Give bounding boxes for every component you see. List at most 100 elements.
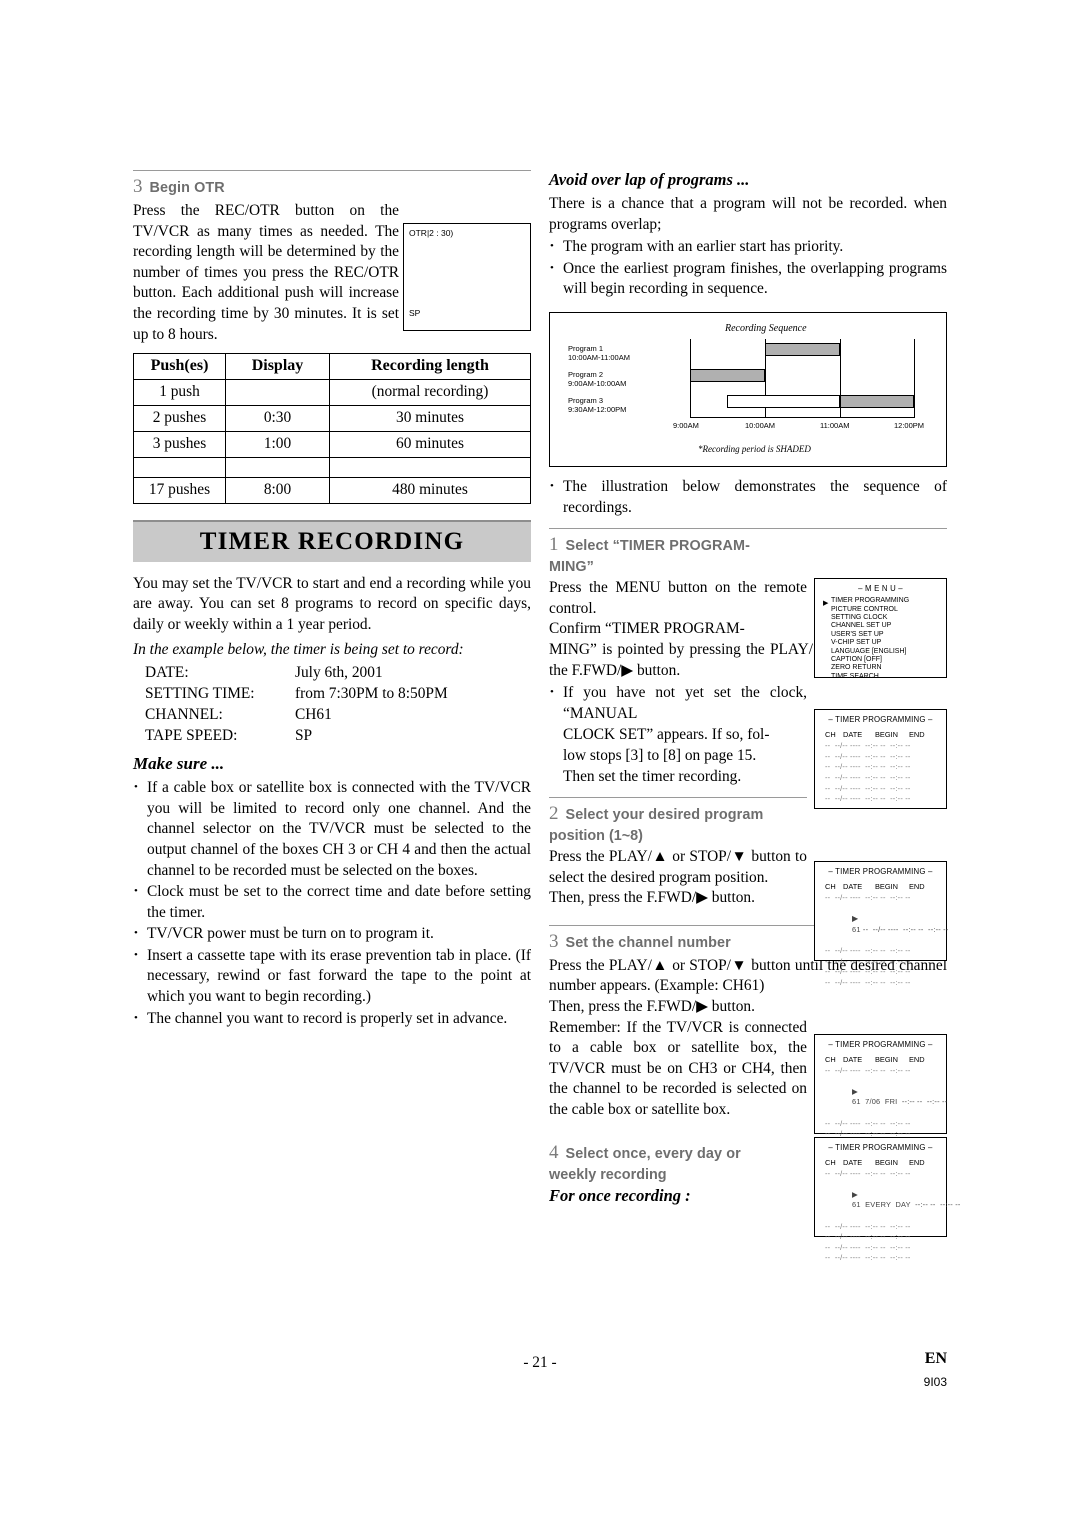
right-step-2-body: Press the PLAY/▲ or STOP/▼ button to sel… [549,848,807,886]
document-code: 9I03 [923,1375,947,1389]
list-item: If a cable box or satellite box is conne… [133,777,531,881]
osd-column-headers: CH DATE BEGIN END [815,724,946,739]
osd-rows: -- --/-- ---- --:-- -- --:-- -- ▶ 61 EVE… [815,1167,960,1264]
list-item: Clock must be set to the correct time an… [133,881,531,923]
list-item: Once the earliest program finishes, the … [549,258,947,300]
right-step-3-body-3: Remember: If the TV/VCR is connected to … [549,1018,807,1119]
bar-program-1 [765,342,840,356]
cell-pushes [133,456,226,478]
example-key: SETTING TIME: [145,685,255,703]
right-step-3-body-2: Then, press the F.FWD/▶ button. [549,998,755,1016]
header-begin: BEGIN [875,1054,898,1064]
cell-pushes: 3 pushes [133,430,226,458]
recording-sequence-diagram: Recording Sequence Program 1 10:00AM-11:… [549,311,947,467]
step-title-continued: position (1~8) [549,828,643,845]
osd-column-headers: CH DATE BEGIN END [815,1152,946,1167]
table-row: 2 pushes 0:30 30 minutes [133,404,531,432]
make-sure-list: If a cable box or satellite box is conne… [133,777,531,1030]
right-column: Avoid over lap of programs ... There is … [549,170,960,1262]
timer-recording-intro: You may set the TV/VCR to start and end … [133,574,531,633]
step-title: Select “TIMER PROGRAM- [565,538,750,555]
osd-row: -- --/-- ---- --:-- -- --:-- -- [825,762,911,772]
cell-display [225,378,330,406]
osd-row: -- --/-- ---- --:-- -- --:-- -- [825,794,911,804]
axis-tick: 9:00AM [673,420,699,430]
osd-row: -- --/-- ---- --:-- -- --:-- -- [825,946,911,956]
bar-program-3-recorded [840,394,914,408]
manual-page: 3 Begin OTR OTR|2 : 30) SP Press the REC… [0,0,1080,1528]
step-title: Begin OTR [149,180,225,196]
osd-row-selected: ▶ 61 -- --/-- ---- --:-- -- --:-- -- [852,914,949,934]
header-date: DATE [843,882,863,892]
step-title: Set the channel number [565,934,731,951]
osd-row: -- --/-- ---- --:-- -- --:-- -- [825,1232,911,1242]
example-value: CH61 [295,706,332,724]
pushes-table: Push(es) Display Recording length 1 push… [133,352,531,504]
example-key: TAPE SPEED: [145,727,238,745]
osd-row: -- --/-- ---- --:-- -- --:-- -- [825,1065,911,1075]
cell-length: 480 minutes [329,476,531,504]
example-value: from 7:30PM to 8:50PM [295,685,448,703]
table-row: 3 pushes 1:00 60 minutes [133,430,531,458]
cell-length: (normal recording) [329,378,531,406]
example-row: CHANNEL: CH61 [145,704,531,725]
avoid-overlap-title: Avoid over lap of programs ... [549,170,750,189]
example-intro: In the example below, the timer is being… [133,640,464,658]
osd-title: – TIMER PROGRAMMING – [828,1039,933,1049]
list-item: The channel you want to record is proper… [133,1008,531,1030]
menu-item: USER'S SET UP [831,630,884,638]
osd-row: -- --/-- ---- --:-- -- --:-- -- [825,741,911,751]
header-begin: BEGIN [875,882,898,892]
header-display: Display [225,352,330,380]
osd-row: -- --/-- ---- --:-- -- --:-- -- [825,967,911,977]
osd-row: -- --/-- ---- --:-- -- --:-- -- [825,772,911,782]
section-title: TIMER RECORDING [199,527,465,555]
step-title: Select once, every day or [565,1145,741,1162]
bar-program-3-unrecorded [727,394,840,408]
osd-rows: -- --/-- ---- --:-- -- --:-- -- -- --/--… [815,739,946,805]
manual-clock-bullet-rest: CLOCK SET” appears. If so, fol-low stops… [563,726,770,785]
header-end: END [909,730,925,740]
language-code: EN [924,1350,947,1367]
list-item: Insert a cassette tape with its erase pr… [133,945,531,1008]
osd-column-headers: CH DATE BEGIN END [815,876,946,891]
header-date: DATE [843,730,863,740]
header-date: DATE [843,1157,863,1167]
program-1-label: Program 1 10:00AM-11:00AM [568,343,630,363]
page-number: - 21 - [523,1354,557,1371]
header-ch: CH [825,1054,836,1064]
diagram-axis [690,416,915,418]
menu-item: CHANNEL SET UP [831,622,892,630]
example-row: DATE: July 6th, 2001 [145,662,531,683]
timer-programming-osd-1: – TIMER PROGRAMMING – CH DATE BEGIN END … [814,709,947,810]
timer-programming-osd-4: – TIMER PROGRAMMING – CH DATE BEGIN END … [814,1136,960,1262]
bar-program-2 [690,368,765,382]
header-pushes: Push(es) [133,352,226,380]
example-row: TAPE SPEED: SP [145,725,531,746]
osd-row: -- --/-- ---- --:-- -- --:-- -- [825,977,911,987]
osd-rows: -- --/-- ---- --:-- -- --:-- -- ▶ 61 -- … [815,891,949,988]
osd-row: -- --/-- ---- --:-- -- --:-- -- [825,1118,911,1128]
cell-length [329,456,531,478]
left-step-3-heading: 3 Begin OTR [133,170,531,198]
header-begin: BEGIN [875,1157,898,1167]
header-end: END [909,1054,925,1064]
timer-programming-osd-2: – TIMER PROGRAMMING – CH DATE BEGIN END … [814,861,948,987]
menu-item-list: TIMER PROGRAMMING PICTURE CONTROL SETTIN… [815,593,946,681]
step-title-continued: MING” [549,559,594,576]
cell-display: 1:00 [225,430,330,458]
right-step-1-body-1: Press the MENU button on the remote cont… [549,579,807,617]
table-row: 1 push (normal recording) [133,378,531,406]
step-number: 1 [549,534,559,556]
menu-item: V-CHIP SET UP [831,639,882,647]
selection-arrow-icon: ▶ [852,1189,858,1199]
header-recording-length: Recording length [329,352,531,380]
diagram-grid [690,338,915,417]
illustration-note-list: The illustration below demonstrates the … [549,476,947,518]
axis-tick: 12:00PM [894,420,925,430]
right-step-1-heading: 1 Select “TIMER PROGRAM- [549,528,947,556]
step-number: 4 [549,1141,559,1163]
osd-row: -- --/-- ---- --:-- -- --:-- -- [825,1221,911,1231]
right-step-2-body-2: Then, press the F.FWD/▶ button. [549,889,755,907]
osd-title: – TIMER PROGRAMMING – [828,867,933,877]
